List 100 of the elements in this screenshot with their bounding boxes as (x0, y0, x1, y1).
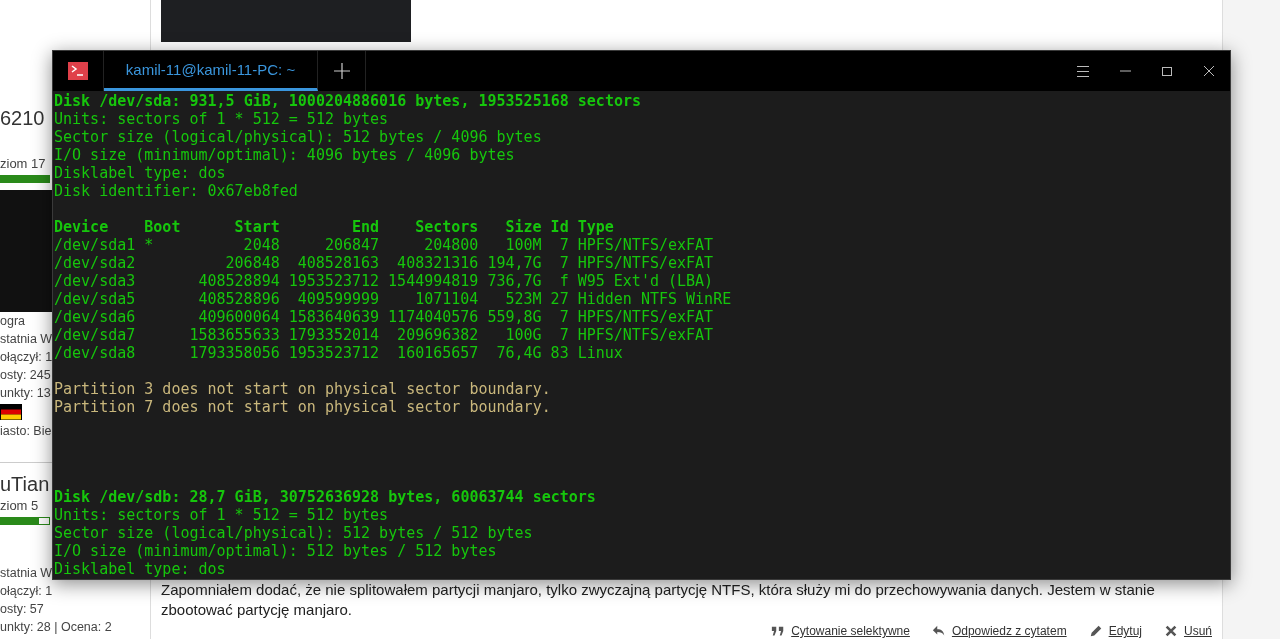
terminal-line: I/O size (minimum/optimal): 4096 bytes / 4096 bytes (54, 146, 515, 164)
terminal-line: Disklabel type: dos (54, 164, 226, 182)
user-detail: unkty: 28 | Ocena: 2 (0, 619, 112, 636)
post-text: Zapomniałem dodać, że nie splitowałem partycji manjaro, tylko zwyczajną partycję NTFS, która służy mi do przechowywania danych. Jestem w stanie zbootować partycję manjaro. (161, 580, 1156, 620)
table-cell-text: HPFS/NTFS/exFAT (576, 308, 715, 326)
table-cell-text: /dev/sda7 (54, 326, 137, 344)
username: uTian (0, 472, 50, 497)
table-cell-text: 408321316 (396, 254, 479, 272)
terminal-line: Sector size (logical/physical): 512 bytes / 4096 bytes (54, 128, 542, 146)
table-cell-text: 409600064 (197, 308, 280, 326)
column-header: Id (549, 218, 569, 236)
minimize-icon (1119, 70, 1131, 72)
warning-line: Partition 7 does not start on physical sector boundary. (54, 398, 551, 416)
table-cell-text: 1583640639 (287, 308, 380, 326)
close-icon (1204, 66, 1214, 76)
table-cell-text: 1793358056 (188, 344, 280, 362)
table-cell-text: 408528894 (197, 272, 280, 290)
column-header: Device (54, 218, 110, 236)
table-cell-text: /dev/sda5 (54, 290, 137, 308)
table-cell-text: 1544994819 (387, 272, 479, 290)
edit-icon (1088, 624, 1103, 638)
delete-icon (1164, 624, 1178, 638)
table-cell-text: 7 (558, 326, 569, 344)
table-cell-text: 76,4G (495, 344, 542, 362)
table-cell-text: 409599999 (296, 290, 380, 308)
terminal-line: Sector size (logical/physical): 512 bytes / 512 bytes (54, 524, 533, 542)
table-cell-text: 27 (549, 290, 569, 308)
table-cell-text: 204800 (423, 236, 479, 254)
quote-icon (771, 624, 786, 638)
user-detail: statnia W (0, 331, 53, 348)
table-cell-text: 523M (504, 290, 542, 308)
terminal-line: Disklabel type: dos (54, 560, 226, 578)
user-rank: ziom 5 (0, 497, 39, 515)
column-header: End (350, 218, 380, 236)
quote-button[interactable]: Cytowanie selektywne (771, 623, 910, 639)
user-rank: ziom 17 (0, 155, 46, 173)
maximize-icon (1162, 66, 1172, 76)
user-detail: ołączył: 1 (0, 583, 53, 600)
table-cell-text: /dev/sda2 (54, 254, 137, 272)
user-detail: ołączył: 1 (0, 349, 53, 366)
column-header: Start (233, 218, 280, 236)
terminal-line: Disk /dev/sdb: 28,7 GiB, 30752636928 bytes, 60063744 sectors (54, 488, 596, 506)
terminal-line: Units: sectors of 1 * 512 = 512 bytes (54, 110, 389, 128)
plus-icon (333, 63, 350, 79)
table-cell-text: * (144, 236, 155, 254)
table-cell-text: 408528896 (197, 290, 280, 308)
table-cell-text: 408528163 (296, 254, 380, 272)
table-cell-text: 1071104 (414, 290, 479, 308)
table-cell-text: HPFS/NTFS/exFAT (576, 254, 715, 272)
table-cell-text: 7 (558, 254, 569, 272)
table-cell-text: 100G (504, 326, 542, 344)
delete-button[interactable]: Usuń (1164, 623, 1212, 639)
table-cell-text: /dev/sda8 (54, 344, 137, 362)
table-cell-text: Hidden NTFS WinRE (576, 290, 732, 308)
terminal-line: Disk /dev/sda: 931,5 GiB, 1000204886016 bytes, 1953525168 sectors (54, 92, 641, 110)
user-detail: statnia W (0, 565, 53, 582)
table-cell-text: 194,7G (486, 254, 542, 272)
column-header: Sectors (414, 218, 479, 236)
reply-button[interactable]: Odpowiedz z cytatem (931, 623, 1067, 639)
user-detail: ogra (0, 313, 26, 330)
table-cell-text: 100M (504, 236, 542, 254)
table-cell-text: 1793352014 (287, 326, 380, 344)
terminal-line: I/O size (minimum/optimal): 512 bytes / 512 bytes (54, 542, 497, 560)
table-cell-text: 83 (549, 344, 569, 362)
table-cell-text: Linux (576, 344, 624, 362)
terminal-line: Units: sectors of 1 * 512 = 512 bytes (54, 506, 389, 524)
table-cell-text: f (558, 272, 569, 290)
column-header: Size (504, 218, 542, 236)
warning-line: Partition 3 does not start on physical sector boundary. (54, 380, 551, 398)
table-cell-text: 2048 (242, 236, 280, 254)
table-cell-text: 1174040576 (387, 308, 479, 326)
table-cell-text: 1953523712 (287, 344, 380, 362)
terminal-line: Disk identifier: 0x67eb8fed (54, 182, 298, 200)
table-cell-text: HPFS/NTFS/exFAT (576, 236, 715, 254)
table-cell-text: 1953523712 (287, 272, 380, 290)
table-cell-text: 1583655633 (188, 326, 280, 344)
table-cell-text: HPFS/NTFS/exFAT (576, 326, 715, 344)
user-detail: osty: 245 (0, 367, 51, 384)
table-cell-text: 7 (558, 236, 569, 254)
edit-button[interactable]: Edytuj (1088, 623, 1142, 639)
terminal-app-icon[interactable] (68, 62, 88, 80)
table-cell-text: W95 Ext'd (LBA) (576, 272, 715, 290)
table-cell-text: /dev/sda3 (54, 272, 137, 290)
user-city: iasto: Bie (0, 423, 52, 440)
table-cell-text: /dev/sda1 (54, 236, 137, 254)
table-cell-text: 160165657 (396, 344, 479, 362)
table-cell-text: 206847 (323, 236, 380, 254)
column-header: Boot (144, 218, 181, 236)
table-cell-text: 209696382 (396, 326, 479, 344)
column-header: Type (576, 218, 615, 236)
user-detail: unkty: 13 (0, 385, 51, 402)
username: 6210 (0, 106, 45, 131)
table-cell-text: /dev/sda6 (54, 308, 137, 326)
table-cell-text: 736,7G (486, 272, 542, 290)
table-cell-text: 559,8G (486, 308, 542, 326)
table-cell-text: 206848 (224, 254, 280, 272)
menu-icon (1077, 65, 1089, 77)
table-cell-text: 7 (558, 308, 569, 326)
user-detail: osty: 57 (0, 601, 44, 618)
terminal-tab[interactable]: kamil-11@kamil-11-PC: ~ (104, 51, 318, 91)
